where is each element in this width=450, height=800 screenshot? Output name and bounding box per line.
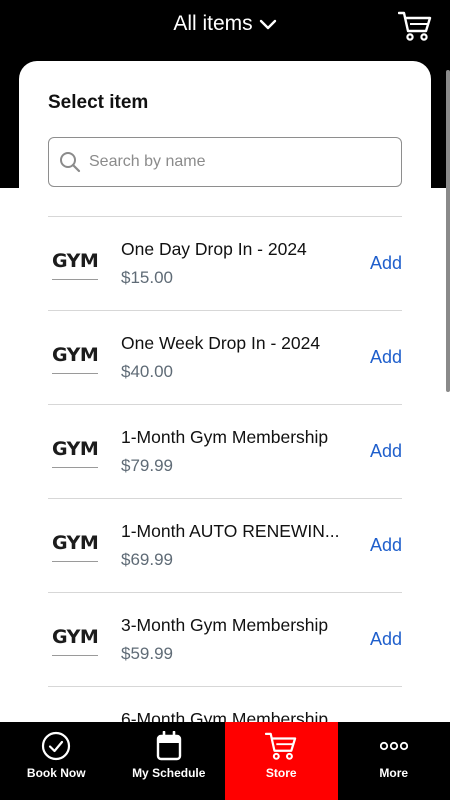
item-price: $79.99 — [121, 456, 173, 475]
list-item: GYM 1-Month Gym Membership $79.99 Add — [48, 405, 402, 499]
gym-logo-text: GYM — [52, 250, 99, 272]
bottom-tab-bar: Book Now My Schedule Store More — [0, 722, 450, 800]
list-item: GYM 1-Month AUTO RENEWIN... $69.99 Add — [48, 499, 402, 593]
gym-logo: GYM — [52, 431, 99, 481]
scrollbar[interactable] — [446, 70, 450, 392]
tab-my-schedule[interactable]: My Schedule — [113, 722, 226, 800]
gym-logo-text: GYM — [52, 532, 99, 554]
search-box[interactable] — [48, 137, 402, 187]
item-name: 1-Month AUTO RENEWIN... — [121, 521, 340, 541]
sheet-title: Select item — [48, 92, 149, 113]
calendar-icon — [156, 731, 181, 761]
tab-label: More — [379, 766, 409, 780]
item-price: $59.99 — [121, 644, 173, 663]
tab-label: Store — [265, 766, 297, 780]
add-button[interactable]: Add — [370, 253, 402, 274]
logo-divider — [52, 655, 98, 656]
list-item: GYM One Week Drop In - 2024 $40.00 Add — [48, 311, 402, 405]
add-button[interactable]: Add — [370, 535, 402, 556]
logo-divider — [52, 561, 98, 562]
cart-icon — [265, 732, 297, 760]
tab-more[interactable]: More — [338, 722, 450, 800]
logo-divider — [52, 467, 98, 468]
cart-icon — [397, 11, 432, 41]
item-price: $40.00 — [121, 362, 173, 381]
tab-label: Book Now — [26, 766, 86, 780]
item-price: $15.00 — [121, 268, 173, 287]
gym-logo: GYM — [52, 619, 99, 669]
check-circle-icon — [42, 731, 71, 761]
chevron-down-icon — [259, 19, 276, 30]
search-icon — [60, 152, 81, 173]
gym-logo: GYM — [52, 337, 99, 387]
gym-logo-text: GYM — [52, 344, 99, 366]
logo-divider — [52, 373, 98, 374]
item-name: 3-Month Gym Membership — [121, 615, 329, 635]
add-button[interactable]: Add — [370, 629, 402, 650]
select-item-sheet: Select item GYM One Day Drop In - 2024 $… — [19, 61, 431, 761]
more-dots-icon — [379, 741, 408, 751]
top-bar: All items — [0, 0, 450, 56]
item-name: One Week Drop In - 2024 — [121, 333, 321, 353]
tab-label: My Schedule — [132, 766, 206, 780]
gym-logo: GYM — [52, 525, 99, 575]
cart-button[interactable] — [397, 10, 432, 42]
gym-logo: GYM — [52, 243, 99, 293]
item-name: 1-Month Gym Membership — [121, 427, 329, 447]
tab-store[interactable]: Store — [225, 722, 338, 800]
list-item: GYM 3-Month Gym Membership $59.99 Add — [48, 593, 402, 687]
category-dropdown-label: All items — [173, 12, 253, 35]
add-button[interactable]: Add — [370, 347, 402, 368]
add-button[interactable]: Add — [370, 441, 402, 462]
logo-divider — [52, 279, 98, 280]
list-item: GYM One Day Drop In - 2024 $15.00 Add — [48, 217, 402, 311]
item-list: GYM One Day Drop In - 2024 $15.00 Add GY… — [48, 216, 402, 761]
item-name: One Day Drop In - 2024 — [121, 239, 307, 259]
gym-logo-text: GYM — [52, 438, 99, 460]
category-dropdown[interactable]: All items — [0, 12, 450, 36]
gym-logo-text: GYM — [52, 626, 99, 648]
search-input[interactable] — [89, 153, 369, 171]
tab-book-now[interactable]: Book Now — [0, 722, 113, 800]
item-price: $69.99 — [121, 550, 173, 569]
